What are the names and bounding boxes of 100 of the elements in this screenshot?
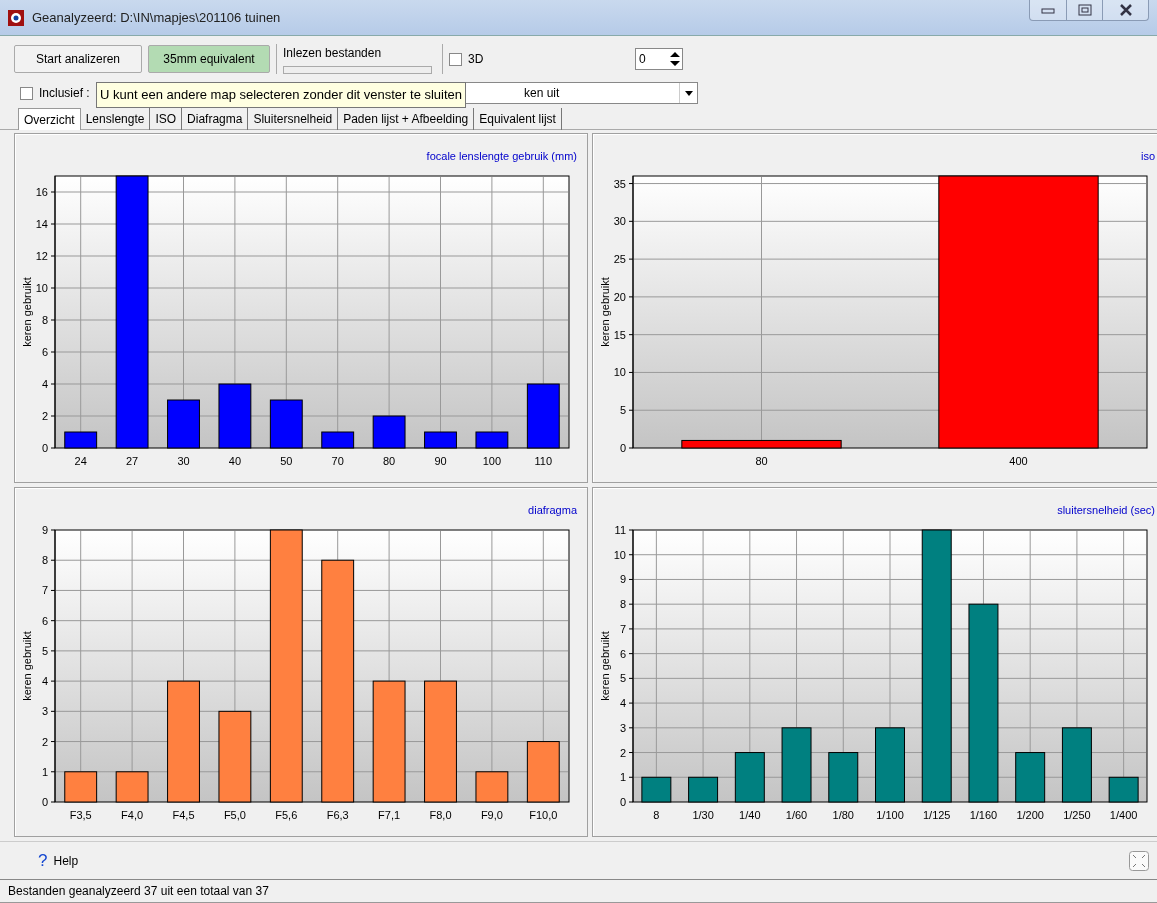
axis-label: 8: [41, 314, 48, 326]
axis-label: 50: [280, 455, 293, 467]
axis-label: F4,0: [121, 809, 144, 821]
axis-label: 2: [41, 410, 48, 422]
axis-label: 8: [41, 554, 48, 567]
axis-title: keren gebruikt: [599, 277, 611, 347]
axis-title: keren gebruikt: [599, 631, 611, 701]
axis-label: 35: [613, 177, 626, 190]
chart-title: focale lenslengte gebruik (mm): [426, 150, 577, 162]
axis-label: 16: [35, 186, 48, 198]
axis-label: F6,3: [326, 809, 349, 821]
axis-label: 7: [41, 584, 48, 597]
axis-label: F10,0: [529, 809, 558, 821]
progress-label: Inlezen bestanden: [283, 45, 383, 62]
axis-label: 11: [614, 524, 626, 536]
chart-title: iso: [1140, 150, 1155, 162]
axis-label: 1/100: [876, 809, 904, 821]
axis-label: 0: [41, 442, 48, 454]
dropdown-arrow-icon: [684, 90, 693, 96]
spin-arrows-icon[interactable]: [668, 50, 682, 68]
axis-title: keren gebruikt: [21, 277, 33, 347]
axis-label: 6: [619, 647, 626, 660]
axis-label: 10: [35, 282, 48, 294]
axis-label: 3: [619, 721, 626, 734]
axis-label: 8: [653, 809, 660, 821]
axis-label: 1/160: [969, 809, 998, 821]
tab[interactable]: Diafragma: [182, 108, 249, 130]
axis-label: 0: [619, 442, 626, 454]
axis-label: 4: [41, 675, 48, 688]
axis-label: 2: [41, 735, 48, 748]
help-icon[interactable]: ?: [38, 847, 48, 874]
axis-label: 110: [534, 455, 553, 467]
axis-label: F5,0: [223, 809, 246, 821]
axis-label: 10: [613, 548, 626, 561]
axis-label: 100: [482, 455, 502, 467]
axis-label: F4,5: [172, 809, 195, 821]
axis-label: 24: [74, 455, 87, 467]
axis-label: 70: [331, 455, 344, 467]
axis-label: 0: [619, 796, 626, 808]
checkbox[interactable]: [20, 86, 33, 100]
axis-label: 400: [1009, 455, 1028, 467]
axis-label: F3,5: [69, 809, 92, 821]
axis-label: 25: [613, 253, 626, 266]
axis-label: 1/30: [692, 809, 714, 821]
axis-label: 1: [41, 765, 48, 778]
axis-label: 5: [619, 672, 626, 685]
spin-field[interactable]: 0: [635, 48, 683, 70]
axis-label: 27: [125, 455, 139, 467]
axis-label: 30: [177, 455, 190, 467]
tab[interactable]: Sluitersnelheid: [248, 108, 339, 130]
fullscreen-icon[interactable]: [1129, 850, 1149, 871]
axis-label: 9: [619, 573, 626, 586]
minimize-icon: [1041, 6, 1055, 14]
tab[interactable]: Overzicht: [18, 108, 81, 130]
axis-label: 40: [228, 455, 241, 467]
axis-label: 8: [619, 598, 626, 611]
chart-title: sluitersnelheid (sec): [1057, 504, 1155, 516]
axis-label: 1/400: [1109, 809, 1138, 821]
axis-label: F7,1: [378, 809, 401, 821]
axis-label: 1/200: [1016, 809, 1044, 821]
axis-label: 4: [619, 697, 626, 710]
maximize-icon: [1077, 4, 1092, 16]
close-icon: [1118, 4, 1133, 16]
axis-label: 80: [755, 455, 768, 467]
axis-label: 1/125: [922, 809, 951, 821]
axis-label: 1/60: [785, 809, 808, 821]
axis-label: 5: [41, 644, 48, 657]
window-title: Geanalyzeerd: D:\IN\mapjes\201106 tuinen: [32, 8, 281, 27]
axis-label: 2: [619, 746, 626, 759]
equivalent-button[interactable]: 35mm equivalent: [148, 45, 270, 73]
axis-label: 0: [41, 796, 48, 808]
axis-label: 4: [41, 378, 48, 390]
axis-label: 1/40: [739, 809, 761, 821]
axis-label: 6: [41, 346, 48, 358]
axis-label: 6: [41, 614, 48, 627]
axis-label: 1/250: [1063, 809, 1091, 821]
axis-label: 12: [35, 250, 48, 262]
tab[interactable]: Equivalent lijst: [474, 108, 562, 130]
chart-title: diafragma: [528, 504, 577, 516]
tab[interactable]: Paden lijst + Afbeelding: [338, 108, 475, 130]
checkbox-label: Inclusief :: [39, 85, 90, 102]
axis-label: 5: [619, 404, 626, 417]
axis-label: 80: [383, 455, 396, 467]
axis-label: 9: [41, 524, 48, 536]
axis-label: 90: [434, 455, 447, 467]
checkbox[interactable]: [449, 52, 462, 66]
axis-label: 1/80: [832, 809, 854, 821]
help-link[interactable]: Help: [53, 851, 79, 870]
axis-label: 7: [619, 622, 626, 635]
start-button[interactable]: Start analizeren: [14, 45, 142, 73]
status-bar: Bestanden geanalyzeerd 37 uit een totaal van 37: [0, 879, 1157, 903]
axis-title: keren gebruikt: [21, 631, 33, 701]
tab[interactable]: Lenslengte: [80, 108, 151, 130]
axis-label: 3: [41, 705, 48, 718]
axis-label: F8,0: [429, 809, 452, 821]
tab[interactable]: ISO: [150, 108, 183, 130]
axis-label: 10: [613, 366, 626, 379]
axis-label: F5,6: [275, 809, 298, 821]
tooltip: U kunt een andere map selecteren zonder dit venster te sluiten: [96, 82, 467, 108]
axis-label: 30: [613, 215, 626, 228]
